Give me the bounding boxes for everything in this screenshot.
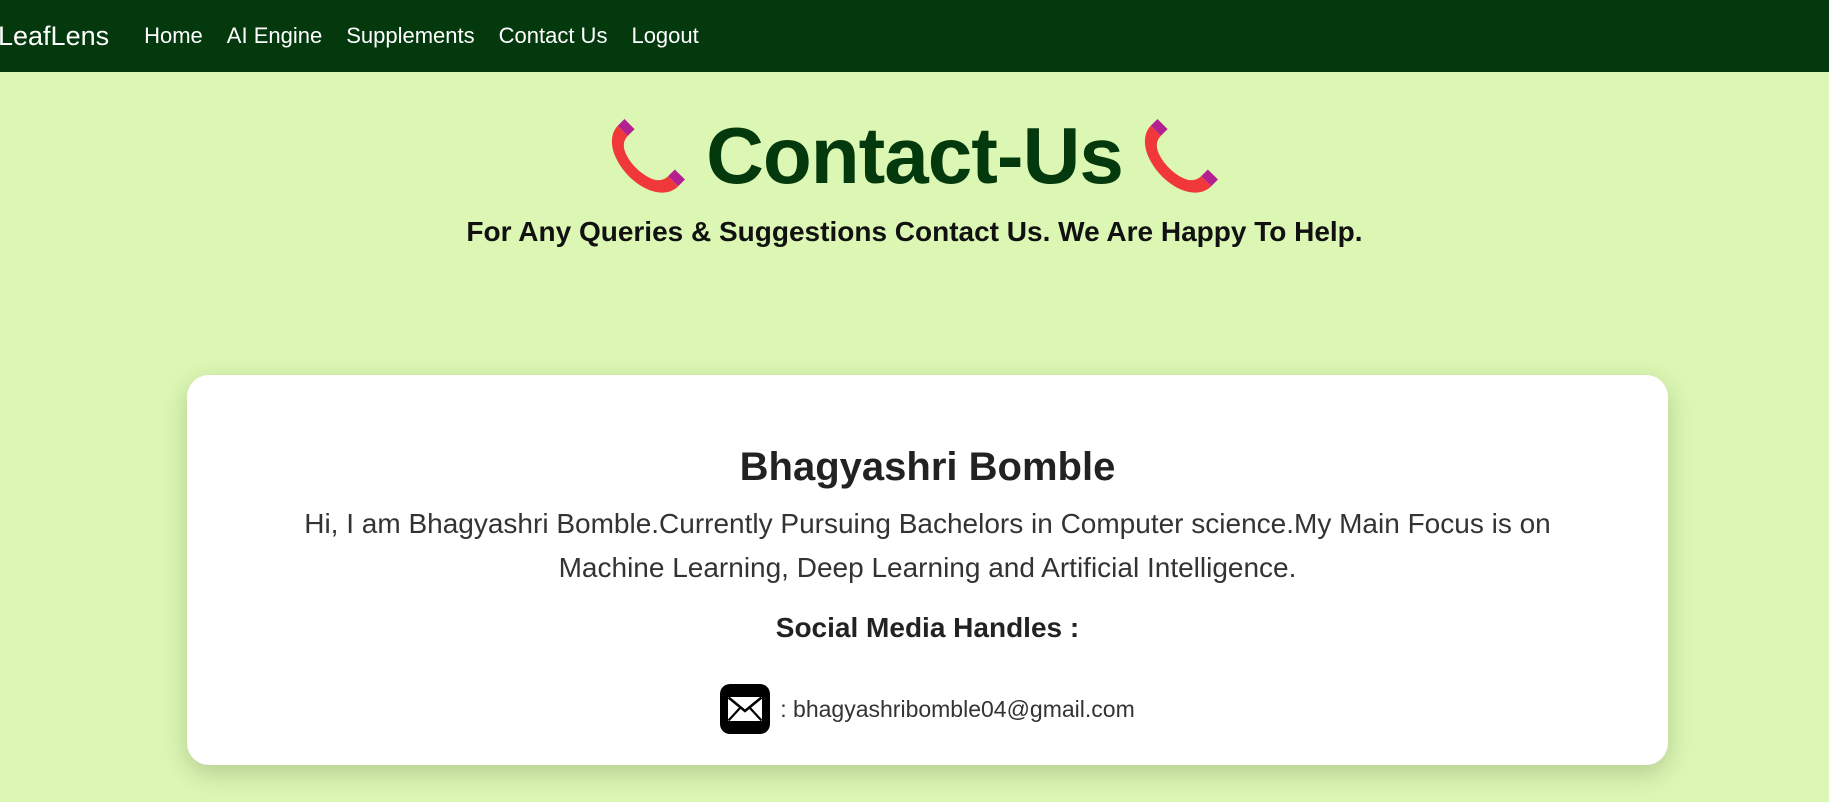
hero-title-row: Contact-Us — [0, 108, 1829, 204]
nav-logout[interactable]: Logout — [631, 23, 698, 49]
telephone-receiver-icon — [612, 119, 686, 193]
nav-ai-engine[interactable]: AI Engine — [227, 23, 322, 49]
nav-home[interactable]: Home — [144, 23, 203, 49]
contact-name: Bhagyashri Bomble — [739, 445, 1116, 489]
brand-logo[interactable]: LeafLens — [0, 21, 109, 52]
contact-card: Bhagyashri Bomble Hi, I am Bhagyashri Bo… — [187, 375, 1668, 765]
nav-contact-us[interactable]: Contact Us — [499, 23, 608, 49]
nav-links: Home AI Engine Supplements Contact Us Lo… — [144, 23, 723, 49]
contact-bio: Hi, I am Bhagyashri Bomble.Currently Pur… — [304, 508, 1551, 583]
telephone-receiver-icon — [1144, 119, 1218, 193]
envelope-icon[interactable] — [720, 684, 771, 734]
hero: Contact-Us For Any Queries & Suggestions… — [0, 108, 1829, 248]
page-subtitle: For Any Queries & Suggestions Contact Us… — [466, 216, 1363, 247]
email-row[interactable]: : bhagyashribomble04@gmail.com — [187, 684, 1668, 734]
nav-supplements[interactable]: Supplements — [346, 23, 474, 49]
email-address[interactable]: : bhagyashribomble04@gmail.com — [780, 696, 1134, 723]
navbar: LeafLens Home AI Engine Supplements Cont… — [0, 0, 1829, 72]
page-title: Contact-Us — [706, 111, 1124, 200]
social-heading: Social Media Handles : — [775, 612, 1080, 643]
